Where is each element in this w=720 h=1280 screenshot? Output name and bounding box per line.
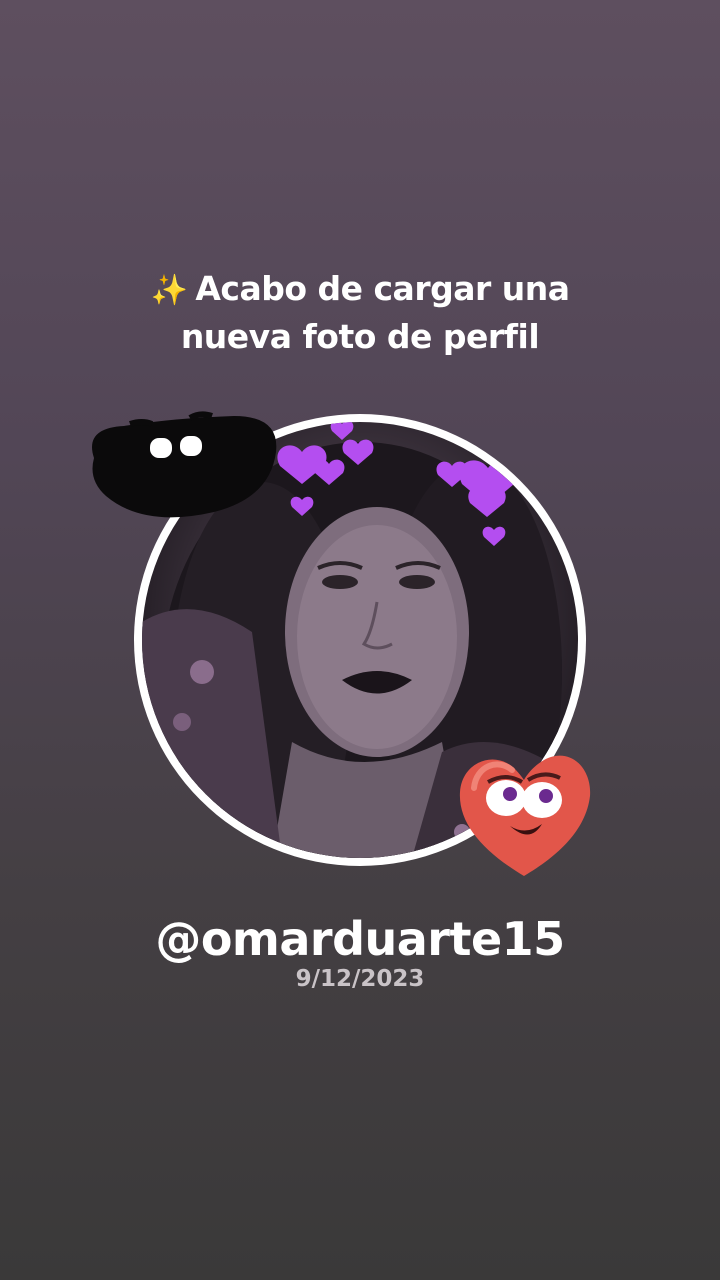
username[interactable]: @omarduarte15 [0, 908, 720, 970]
sparkle-icon: ✨ [150, 273, 188, 308]
upload-date: 9/12/2023 [295, 966, 425, 992]
headline-text-1: Acabo de cargar una [195, 269, 570, 308]
red-heart-face-sticker-icon [459, 755, 591, 876]
headline: ✨ Acabo de cargar una nueva foto de perfi… [0, 266, 720, 360]
black-blob-face-sticker-icon [92, 411, 277, 518]
headline-line-1: ✨ Acabo de cargar una [0, 266, 720, 314]
headline-line-2: nueva foto de perfil [180, 317, 540, 356]
